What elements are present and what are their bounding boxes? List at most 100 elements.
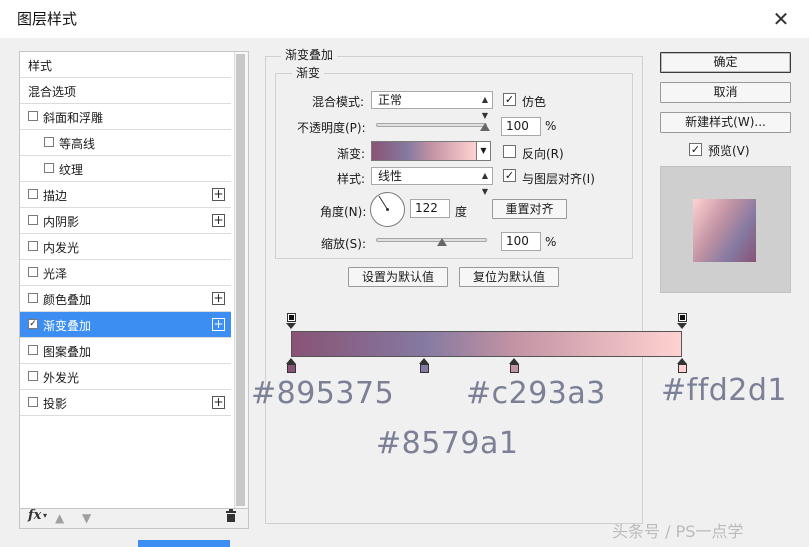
scale-unit: %: [545, 235, 557, 249]
add-effect-icon[interactable]: +: [212, 318, 225, 331]
sidebar-item[interactable]: 光泽: [20, 260, 231, 286]
arrow-up-icon[interactable]: ▲: [55, 511, 64, 525]
sidebar-item-label: 纹理: [59, 163, 84, 177]
align-with-layer-label: 与图层对齐(I): [522, 172, 595, 186]
sidebar-item[interactable]: 描边 +: [20, 182, 231, 208]
color-stop[interactable]: [418, 358, 430, 374]
sidebar-item[interactable]: 斜面和浮雕: [20, 104, 231, 130]
color-stop[interactable]: [677, 358, 688, 374]
sidebar-item-label: 图案叠加: [43, 345, 92, 359]
sidebar-item[interactable]: 纹理: [20, 156, 231, 182]
sidebar-item-checkbox[interactable]: [28, 241, 38, 251]
sidebar-item-checkbox[interactable]: [28, 293, 38, 303]
scale-slider[interactable]: [376, 238, 487, 242]
opacity-slider[interactable]: [376, 123, 487, 127]
color-stop[interactable]: [286, 358, 297, 374]
reset-alignment-button[interactable]: 重置对齐: [492, 199, 567, 219]
set-as-default-button[interactable]: 设置为默认值: [348, 267, 448, 287]
sidebar-item-label: 等高线: [59, 137, 96, 151]
select-arrows-icon: ▲ ▼: [481, 171, 488, 196]
style-preview-swatch: [693, 199, 756, 262]
sidebar-item[interactable]: 颜色叠加 +: [20, 286, 231, 312]
scale-input[interactable]: 100: [501, 232, 541, 251]
hex-annotation-3: #ffd2d1: [661, 373, 788, 408]
sidebar-item[interactable]: 投影 +: [20, 390, 231, 416]
sidebar-item[interactable]: ✓ 渐变叠加 +: [20, 312, 231, 338]
gradient-bar[interactable]: [291, 331, 682, 357]
style-label: 样式:: [337, 172, 366, 186]
subgroup-title: 渐变: [292, 64, 325, 81]
sidebar-item-checkbox[interactable]: [28, 345, 38, 355]
sidebar-item-checkbox[interactable]: [44, 163, 54, 173]
gradient-dropdown-icon[interactable]: ▼: [476, 141, 491, 161]
align-with-layer-checkbox[interactable]: ✓: [503, 169, 516, 182]
sidebar-item-checkbox[interactable]: [28, 371, 38, 381]
sidebar-item-label: 内阴影: [43, 215, 80, 229]
angle-dial-needle: [378, 195, 389, 211]
hex-annotation-1: #895375: [251, 376, 395, 411]
new-style-button[interactable]: 新建样式(W)...: [660, 112, 791, 133]
preview-checkbox[interactable]: ✓: [689, 143, 702, 156]
opacity-stop[interactable]: [286, 313, 297, 329]
sidebar-item-checkbox[interactable]: ✓: [28, 319, 38, 329]
scrollbar-thumb[interactable]: [236, 54, 245, 506]
close-icon[interactable]: ✕: [768, 6, 794, 32]
cancel-button[interactable]: 取消: [660, 82, 791, 103]
sidebar-item[interactable]: 图案叠加: [20, 338, 231, 364]
group-title: 渐变叠加: [281, 46, 338, 63]
sidebar-item-label: 样式: [28, 59, 53, 73]
style-select[interactable]: 线性 ▲ ▼: [371, 167, 493, 196]
gradient-label: 渐变:: [337, 147, 366, 161]
sidebar-item-label: 渐变叠加: [43, 319, 92, 333]
add-effect-icon[interactable]: +: [212, 188, 225, 201]
sidebar-item-label: 混合选项: [28, 85, 77, 99]
sidebar-item[interactable]: 混合选项: [20, 78, 231, 104]
sidebar-item[interactable]: 样式: [20, 52, 231, 78]
select-arrows-icon: ▲ ▼: [481, 95, 488, 120]
blend-mode-select[interactable]: 正常 ▲ ▼: [371, 91, 493, 120]
sidebar-item-checkbox[interactable]: [28, 397, 38, 407]
blend-mode-value: 正常: [378, 93, 403, 107]
window-title: 图层样式: [17, 10, 78, 28]
sidebar-item-checkbox[interactable]: [28, 267, 38, 277]
opacity-label: 不透明度(P):: [297, 121, 366, 135]
sidebar-item[interactable]: 内发光: [20, 234, 231, 260]
dither-checkbox[interactable]: ✓: [503, 93, 516, 106]
blend-mode-label: 混合模式:: [312, 95, 365, 109]
ok-button[interactable]: 确定: [660, 52, 791, 73]
opacity-stop[interactable]: [677, 313, 688, 329]
reverse-checkbox[interactable]: [503, 145, 516, 158]
angle-dial[interactable]: [370, 192, 405, 227]
add-effect-icon[interactable]: +: [212, 214, 225, 227]
gradient-preview-picker[interactable]: [371, 141, 477, 161]
sidebar-item-checkbox[interactable]: [28, 189, 38, 199]
add-effect-icon[interactable]: +: [212, 292, 225, 305]
sidebar-item-checkbox[interactable]: [44, 137, 54, 147]
color-stop[interactable]: [508, 358, 520, 374]
arrow-down-icon[interactable]: ▼: [82, 511, 91, 525]
fx-menu-arrow-icon[interactable]: ▾: [43, 511, 47, 520]
preview-label: 预览(V): [708, 144, 750, 158]
trash-icon[interactable]: [224, 509, 238, 526]
reset-to-default-button[interactable]: 复位为默认值: [459, 267, 559, 287]
background-layer-strip: [138, 540, 230, 547]
add-effect-icon[interactable]: +: [212, 396, 225, 409]
title-bar: [0, 0, 809, 38]
sidebar-item[interactable]: 等高线: [20, 130, 231, 156]
fx-button[interactable]: fx: [28, 508, 41, 523]
sidebar-item-label: 投影: [43, 397, 68, 411]
sidebar-item-label: 颜色叠加: [43, 293, 92, 307]
hex-annotation-2: #c293a3: [466, 376, 606, 411]
angle-input[interactable]: 122: [410, 199, 450, 218]
style-value: 线性: [378, 169, 403, 183]
scale-slider-knob[interactable]: [437, 238, 447, 246]
opacity-input[interactable]: 100: [501, 117, 541, 136]
sidebar-item-checkbox[interactable]: [28, 215, 38, 225]
opacity-slider-knob[interactable]: [480, 123, 490, 131]
scale-label: 缩放(S):: [321, 237, 367, 251]
sidebar-item-label: 外发光: [43, 371, 80, 385]
sidebar-item[interactable]: 内阴影 +: [20, 208, 231, 234]
angle-unit: 度: [455, 205, 468, 219]
sidebar-item-checkbox[interactable]: [28, 111, 38, 121]
sidebar-item[interactable]: 外发光: [20, 364, 231, 390]
